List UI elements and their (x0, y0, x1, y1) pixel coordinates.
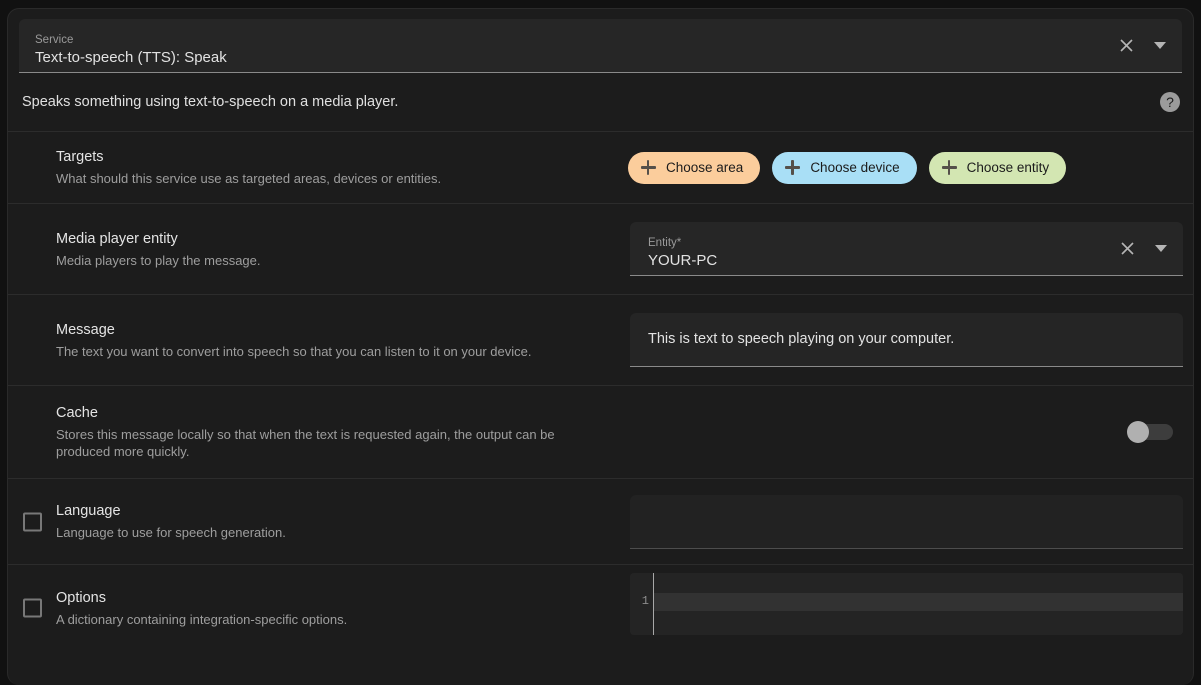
media-player-controls: Entity* YOUR-PC (628, 204, 1193, 294)
media-player-title: Media player entity (56, 230, 600, 249)
language-description: Language to use for speech generation. (56, 524, 600, 541)
service-picker[interactable]: Service Text-to-speech (TTS): Speak (19, 19, 1182, 73)
options-description: A dictionary containing integration-spec… (56, 611, 600, 628)
targets-title: Targets (56, 148, 600, 167)
message-label-block: Message The text you want to convert int… (8, 295, 628, 385)
cache-description: Stores this message locally so that when… (56, 426, 600, 460)
field-row-targets: Targets What should this service use as … (8, 132, 1193, 204)
entity-input-value: YOUR-PC (648, 251, 1113, 270)
field-row-options: Options A dictionary containing integrat… (8, 565, 1193, 651)
message-input[interactable]: This is text to speech playing on your c… (630, 313, 1183, 367)
service-picker-icons (1116, 36, 1170, 56)
close-icon[interactable] (1116, 36, 1136, 56)
targets-description: What should this service use as targeted… (56, 170, 600, 187)
targets-label-block: Targets What should this service use as … (8, 132, 628, 203)
service-picker-value: Text-to-speech (TTS): Speak (35, 48, 1112, 67)
language-controls (628, 479, 1193, 564)
cache-toggle[interactable] (1127, 421, 1173, 443)
field-row-cache: Cache Stores this message locally so tha… (8, 386, 1193, 479)
target-chip-group: Choose area Choose device Choose entity (628, 152, 1066, 184)
cache-label-block: Cache Stores this message locally so tha… (8, 386, 628, 478)
language-label-block: Language Language to use for speech gene… (8, 479, 628, 564)
field-row-media-player-entity: Media player entity Media players to pla… (8, 204, 1193, 295)
code-active-line (654, 593, 1183, 611)
message-controls: This is text to speech playing on your c… (628, 295, 1193, 385)
options-checkbox[interactable] (23, 599, 42, 618)
chevron-down-icon[interactable] (1151, 239, 1171, 259)
chevron-down-icon[interactable] (1150, 36, 1170, 56)
message-description: The text you want to convert into speech… (56, 343, 600, 360)
options-label-block: Options A dictionary containing integrat… (8, 565, 628, 651)
svg-text:?: ? (1166, 94, 1174, 110)
code-editor-body[interactable] (654, 573, 1183, 635)
entity-combobox[interactable]: Entity* YOUR-PC (630, 222, 1183, 276)
language-input[interactable] (630, 495, 1183, 549)
help-circle-icon[interactable]: ? (1159, 91, 1181, 113)
service-description: Speaks something using text-to-speech on… (22, 93, 1193, 112)
service-description-row: Speaks something using text-to-speech on… (8, 73, 1193, 132)
field-row-message: Message The text you want to convert int… (8, 295, 1193, 386)
options-title: Options (56, 589, 600, 608)
plus-icon (941, 159, 958, 176)
cache-controls (628, 386, 1193, 478)
service-picker-container: Service Text-to-speech (TTS): Speak (8, 9, 1193, 73)
close-icon[interactable] (1117, 239, 1137, 259)
entity-input-label: Entity* (648, 236, 1113, 250)
service-call-dialog: Service Text-to-speech (TTS): Speak (0, 0, 1201, 685)
code-editor-gutter: 1 (630, 573, 654, 635)
plus-icon (640, 159, 657, 176)
message-input-value: This is text to speech playing on your c… (648, 330, 954, 349)
media-player-label-block: Media player entity Media players to pla… (8, 204, 628, 294)
language-title: Language (56, 502, 600, 521)
language-checkbox[interactable] (23, 512, 42, 531)
targets-controls: Choose area Choose device Choose entity (628, 134, 1193, 202)
options-controls: 1 (628, 565, 1193, 643)
choose-entity-label: Choose entity (967, 160, 1050, 175)
choose-device-label: Choose device (810, 160, 899, 175)
choose-area-label: Choose area (666, 160, 743, 175)
cache-title: Cache (56, 404, 600, 423)
service-picker-label: Service (35, 33, 1112, 47)
choose-device-button[interactable]: Choose device (772, 152, 916, 184)
entity-field-icons (1117, 239, 1171, 259)
choose-entity-button[interactable]: Choose entity (929, 152, 1067, 184)
message-title: Message (56, 321, 600, 340)
choose-area-button[interactable]: Choose area (628, 152, 760, 184)
toggle-knob (1127, 421, 1149, 443)
plus-icon (784, 159, 801, 176)
code-line-number: 1 (642, 593, 649, 609)
options-code-editor[interactable]: 1 (630, 573, 1183, 635)
service-form-card: Service Text-to-speech (TTS): Speak (7, 8, 1194, 685)
media-player-description: Media players to play the message. (56, 252, 600, 269)
field-row-language: Language Language to use for speech gene… (8, 479, 1193, 565)
